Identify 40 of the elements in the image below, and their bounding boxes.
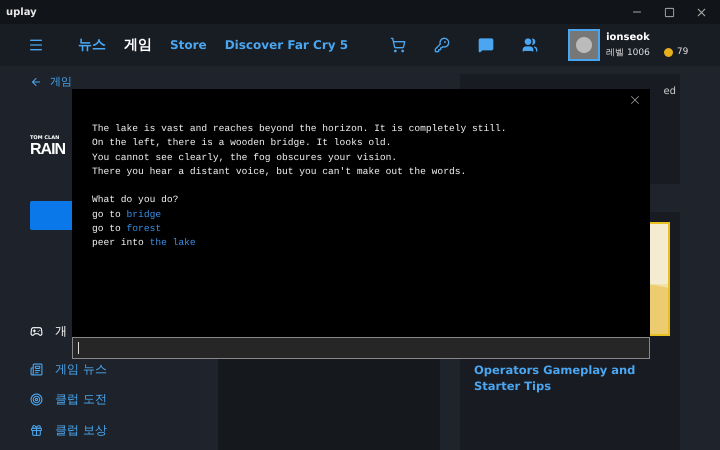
coin-icon (664, 48, 673, 56)
card-text: ed (664, 86, 676, 99)
text-cursor (78, 342, 79, 354)
key-icon[interactable] (434, 37, 450, 53)
nav-tab[interactable]: Store (170, 38, 207, 52)
gamepad-icon (30, 325, 43, 338)
friends-icon[interactable] (522, 37, 538, 53)
gift-icon (30, 424, 43, 437)
chat-icon[interactable] (478, 37, 494, 53)
choice-verb: peer into (92, 236, 144, 250)
choice-link[interactable]: the lake (150, 236, 196, 251)
sidebar-item[interactable]: 게임 뉴스 (55, 361, 107, 378)
menu-icon[interactable] (28, 37, 44, 53)
sidebar-item[interactable]: 클럽 도전 (55, 391, 107, 408)
sidebar-item[interactable]: 개 (55, 323, 67, 340)
game-logo: RAIN (30, 141, 66, 159)
app-logo: uplay (6, 6, 38, 18)
target-icon (30, 393, 43, 406)
story-text: There you hear a distant voice, but you can't make out the words. (92, 164, 466, 179)
choice-link[interactable]: forest (126, 222, 162, 236)
username: ionseok (606, 32, 651, 42)
back-arrow-icon[interactable] (30, 76, 42, 88)
back-link[interactable]: 게임 (50, 74, 72, 89)
command-input[interactable] (72, 337, 650, 359)
nav-tab[interactable]: 뉴스 (78, 36, 106, 54)
user-level: 레벨 1006 (606, 46, 650, 58)
story-text: On the left, there is a wooden bridge. It looks old. (92, 136, 392, 150)
nav-tab[interactable]: 게임 (124, 36, 152, 54)
sidebar-item[interactable]: 클럽 보상 (55, 422, 107, 439)
coin-count: 79 (676, 47, 688, 57)
news-icon (30, 363, 43, 376)
cart-icon[interactable] (390, 37, 406, 53)
choice-verb: go to (92, 222, 121, 236)
story-text: The lake is vast and reaches beyond the horizon. It is completely still. (92, 122, 507, 136)
news-title[interactable]: Operators Gameplay and Starter Tips (474, 362, 670, 394)
choice-verb: go to (92, 208, 121, 222)
story-text: You cannot see clearly, the fog obscures your vision. (92, 150, 398, 165)
choice-link[interactable]: bridge (126, 208, 162, 222)
nav-tab[interactable]: Discover Far Cry 5 (224, 38, 348, 52)
prompt-text: What do you do? (92, 193, 178, 208)
